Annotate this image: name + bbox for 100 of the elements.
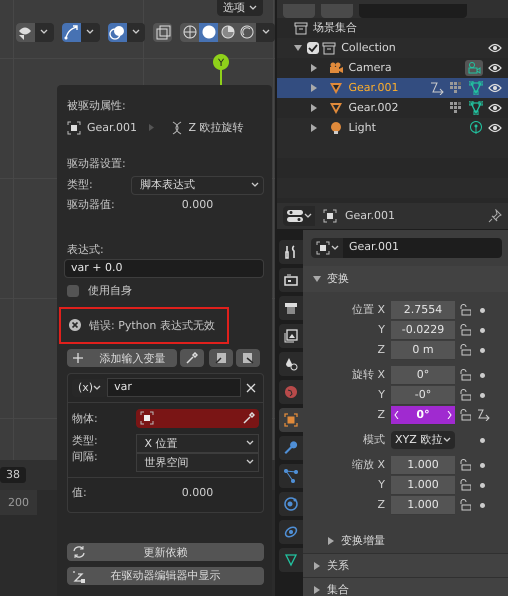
field-label: Z [376, 498, 386, 512]
number-field[interactable]: 0° [391, 366, 455, 384]
panel-header[interactable]: 变换 [303, 266, 508, 292]
outliner-row[interactable]: Gear.002 [277, 98, 508, 118]
transform-type-dropdown[interactable]: X 位置 [136, 434, 259, 453]
light-data-icon [468, 121, 482, 135]
properties-tab[interactable] [279, 436, 303, 460]
images-icon [283, 328, 299, 344]
caret-icon [251, 182, 259, 188]
checkbox[interactable] [307, 42, 319, 54]
options-dropdown[interactable]: 选项 [217, 0, 263, 16]
error-icon [69, 319, 81, 332]
mesh-icon [329, 81, 343, 95]
object-name: Gear.001 [87, 121, 138, 134]
eyedropper-icon [243, 412, 255, 424]
y-axis-gizmo: Y [213, 54, 229, 86]
error-message: 错误: Python 表达式无效 [89, 318, 215, 332]
keyframe-dot-icon [480, 502, 485, 508]
number-field[interactable]: 1.000 [391, 496, 455, 514]
subpanel-header[interactable]: 变换增量 [303, 529, 508, 553]
shading-mode-button[interactable] [180, 22, 200, 42]
mode-dropdown[interactable]: XYZ 欧拉 [391, 430, 455, 450]
object-type-dropdown[interactable] [311, 238, 343, 258]
disclosure-triangle-icon [310, 104, 318, 112]
lock-icon [459, 499, 471, 511]
caret-icon [93, 384, 102, 391]
number-field[interactable]: -0.0229 [391, 320, 455, 340]
keyframe-dot-icon [480, 308, 485, 312]
properties-tab[interactable] [279, 548, 303, 572]
number-field[interactable]: -0° [391, 386, 455, 404]
show-in-editor-button[interactable]: 在驱动器编辑器中显示 [67, 566, 264, 585]
checkbox[interactable] [67, 284, 79, 297]
add-variable-button[interactable]: 添加输入变量 [67, 349, 177, 368]
particles-icon [283, 468, 299, 484]
scene-icon [283, 356, 299, 372]
overlays-toggle[interactable] [108, 22, 127, 42]
mesh-data-icon [283, 552, 299, 568]
lock-icon [459, 304, 471, 316]
eye-icon [488, 43, 502, 53]
caret-icon [330, 245, 338, 251]
x-ray-toggle[interactable] [153, 22, 172, 42]
space-dropdown[interactable]: 世界空间 [136, 452, 259, 472]
gizmo-toggle[interactable] [62, 22, 81, 42]
shading-mode-button[interactable] [237, 22, 256, 42]
properties-tab[interactable] [279, 520, 303, 544]
object-label: Gear.001 [348, 81, 399, 95]
driver-value: 0.000 [180, 198, 214, 212]
eyedropper-button[interactable] [180, 349, 204, 368]
visibility-toggle[interactable] [16, 22, 35, 42]
object-icon [140, 411, 154, 426]
panel-header[interactable]: 集合 [303, 577, 508, 596]
variable-name-field[interactable]: var [107, 378, 241, 398]
material-shading-icon [218, 23, 237, 41]
lock-icon [459, 389, 471, 401]
number-field[interactable]: 2.7554 [391, 300, 455, 320]
type-dropdown[interactable]: 脚本表达式 [131, 176, 264, 194]
object-field[interactable] [136, 408, 259, 428]
frame-field[interactable]: 38 [0, 467, 26, 483]
caret-icon [246, 440, 254, 446]
outliner-row[interactable]: Camera [277, 58, 508, 78]
copy-button[interactable] [209, 349, 234, 368]
chevron-icon [148, 124, 154, 132]
editor-type-dropdown[interactable] [283, 206, 315, 226]
object-label: Gear.002 [348, 101, 399, 115]
keyframe-dot-icon [480, 482, 485, 488]
shading-mode-button[interactable] [199, 22, 218, 42]
number-field[interactable]: 0° [391, 406, 455, 424]
x-ray-icon [154, 23, 172, 41]
keyframe-dot-icon [480, 392, 485, 398]
properties-tab[interactable] [279, 268, 303, 292]
eye-icon [488, 103, 502, 113]
outliner-row[interactable]: Gear.001 [277, 78, 508, 98]
object-icon [67, 120, 81, 135]
expression-field[interactable]: var + 0.0 [64, 259, 264, 278]
properties-tab[interactable] [279, 296, 303, 320]
section-heading: 表达式: [67, 243, 104, 257]
collection-icon [294, 21, 308, 35]
object-name: Gear.001 [345, 209, 396, 223]
shading-mode-button[interactable] [218, 22, 238, 42]
number-field[interactable]: 1.000 [391, 456, 455, 474]
properties-tab[interactable] [279, 240, 303, 264]
update-dependencies-button[interactable]: 更新依赖 [67, 543, 264, 562]
panel-header[interactable]: 关系 [303, 553, 508, 577]
eye-icon [488, 123, 502, 133]
checkbox-label: 使用自身 [88, 284, 132, 298]
properties-tab[interactable] [279, 492, 303, 516]
object-name-field[interactable]: Gear.001 [343, 238, 502, 258]
field-label: 值: [72, 486, 88, 500]
properties-tab[interactable] [279, 464, 303, 488]
globe-icon [283, 384, 299, 400]
number-field[interactable]: 0 m [391, 340, 455, 360]
properties-tab[interactable] [279, 352, 303, 376]
rendered-shading-icon [238, 23, 256, 41]
disclosure-triangle-icon [310, 84, 318, 92]
properties-tab[interactable] [279, 324, 303, 348]
keyframe-dot-icon [480, 328, 485, 332]
eye-icon [488, 83, 502, 93]
paste-button[interactable] [236, 349, 260, 368]
number-field[interactable]: 1.000 [391, 476, 455, 494]
modifier-icon [449, 81, 463, 95]
